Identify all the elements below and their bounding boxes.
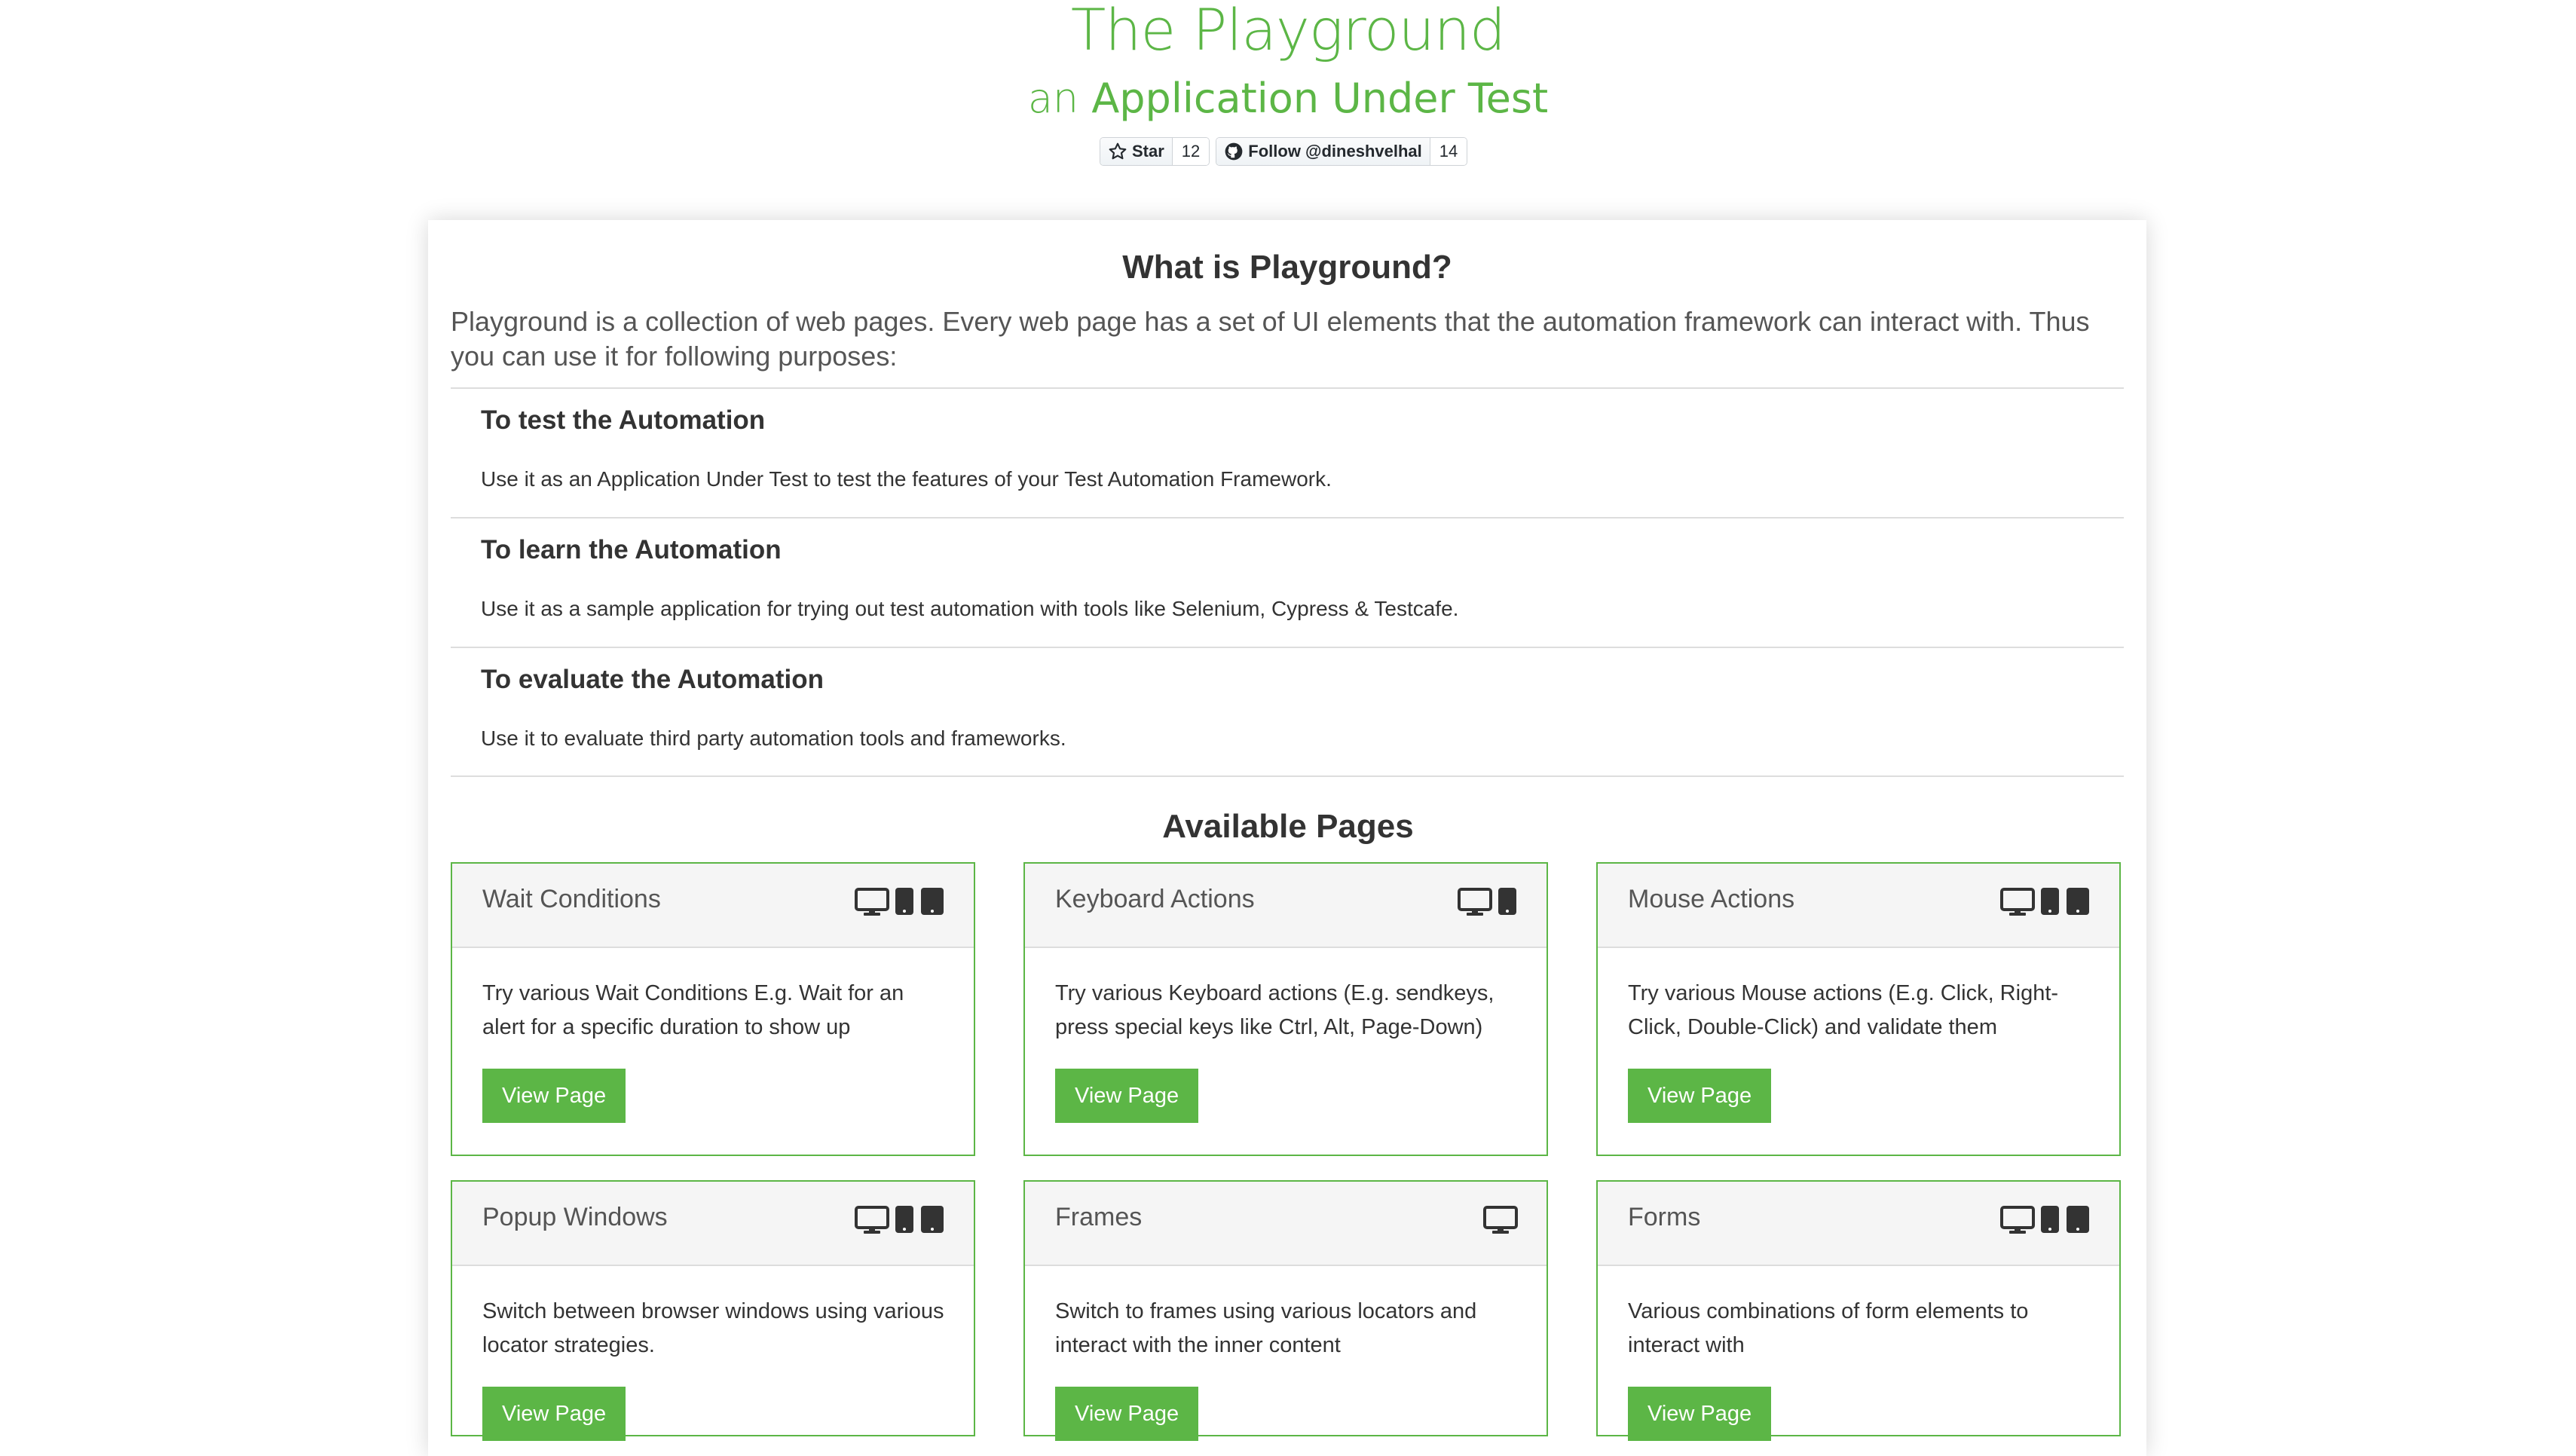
- view-page-button[interactable]: View Page: [482, 1387, 626, 1441]
- view-page-button[interactable]: View Page: [1628, 1387, 1772, 1441]
- view-page-button[interactable]: View Page: [1055, 1069, 1199, 1123]
- device-icons: [855, 886, 945, 916]
- github-follow-label-wrap[interactable]: Follow @dineshvelhal: [1216, 138, 1430, 165]
- page-title: The Playground: [1070, 0, 1506, 63]
- page-card-description: Try various Mouse actions (E.g. Click, R…: [1628, 981, 2059, 1039]
- about-heading: What is Playground?: [1122, 249, 1452, 286]
- page-card-wait-conditions: Wait Conditions Try various Wait Conditi…: [451, 862, 975, 1156]
- subtitle-main: Application Under Test: [1091, 75, 1549, 122]
- tablet-icon: [895, 1206, 913, 1233]
- github-icon: [1225, 142, 1243, 161]
- device-icons: [2000, 1204, 2091, 1234]
- page-card-description: Switch between browser windows using var…: [482, 1299, 944, 1357]
- subtitle-prefix: an: [1027, 75, 1079, 122]
- star-icon: [1109, 142, 1127, 160]
- pages-heading: Available Pages: [1162, 808, 1414, 845]
- page-card-header: Popup Windows: [452, 1182, 974, 1266]
- view-page-button[interactable]: View Page: [1628, 1069, 1772, 1123]
- purpose-title: To learn the Automation: [481, 535, 782, 564]
- page-card-title: Frames: [1055, 1203, 1143, 1231]
- github-star-count[interactable]: 12: [1172, 138, 1210, 165]
- github-star-label-wrap[interactable]: Star: [1100, 138, 1173, 165]
- page-card-forms: Forms Various combinations of form eleme…: [1596, 1180, 2121, 1441]
- page-card-description: Switch to frames using various locators …: [1055, 1299, 1477, 1357]
- purpose-title: To test the Automation: [481, 405, 766, 435]
- github-follow-label: Follow @dineshvelhal: [1248, 142, 1422, 161]
- page-card-frames: Frames Switch to frames using various lo…: [1023, 1180, 1548, 1441]
- desktop-icon: [2000, 888, 2035, 916]
- mobile-icon: [2067, 1206, 2089, 1233]
- purpose-item: To evaluate the Automation Use it to eva…: [451, 647, 2124, 776]
- page-subtitle: an Application Under Test: [0, 72, 2576, 125]
- device-icons: [1458, 886, 1518, 916]
- page-card-description: Various combinations of form elements to…: [1628, 1299, 2029, 1357]
- divider: [451, 775, 2124, 777]
- page-card-header: Mouse Actions: [1598, 864, 2119, 948]
- desktop-icon: [1483, 1206, 1518, 1234]
- purpose-description: Use it to evaluate third party automatio…: [481, 726, 1066, 750]
- device-icons: [1483, 1204, 1518, 1234]
- view-page-button[interactable]: View Page: [482, 1069, 626, 1123]
- page-card-description: Try various Keyboard actions (E.g. sendk…: [1055, 981, 1495, 1039]
- page-card-header: Forms: [1598, 1182, 2119, 1266]
- desktop-icon: [855, 888, 889, 916]
- device-icons: [855, 1204, 945, 1234]
- purpose-description: Use it as a sample application for tryin…: [481, 597, 1459, 620]
- desktop-icon: [1458, 888, 1492, 916]
- about-intro: Playground is a collection of web pages.…: [451, 306, 2090, 372]
- github-star-label: Star: [1132, 142, 1164, 161]
- desktop-icon: [855, 1206, 889, 1234]
- purpose-title: To evaluate the Automation: [481, 665, 825, 694]
- mobile-icon: [2067, 888, 2089, 915]
- github-follow-count[interactable]: 14: [1430, 138, 1467, 165]
- purpose-item: To learn the Automation Use it as a samp…: [451, 517, 2124, 647]
- page-card-title: Mouse Actions: [1628, 885, 1795, 913]
- github-star-button[interactable]: Star 12: [1100, 137, 1210, 166]
- tablet-icon: [2041, 1206, 2059, 1233]
- page-card-header: Wait Conditions: [452, 864, 974, 948]
- page-card-mouse-actions: Mouse Actions Try various Mouse actions …: [1596, 862, 2121, 1156]
- page-card-title: Wait Conditions: [482, 885, 661, 913]
- tablet-icon: [895, 888, 913, 915]
- page-card-header: Frames: [1025, 1182, 1547, 1266]
- page-card-title: Forms: [1628, 1203, 1701, 1231]
- github-buttons: Star 12 Follow @dineshvelhal 14: [1100, 137, 1468, 166]
- purpose-item: To test the Automation Use it as an Appl…: [451, 387, 2124, 517]
- purpose-description: Use it as an Application Under Test to t…: [481, 467, 1332, 491]
- tablet-icon: [2041, 888, 2059, 915]
- page-card-title: Keyboard Actions: [1055, 885, 1255, 913]
- github-follow-button[interactable]: Follow @dineshvelhal 14: [1216, 137, 1468, 166]
- page-card-title: Popup Windows: [482, 1203, 668, 1231]
- page-card-keyboard-actions: Keyboard Actions Try various Keyboard ac…: [1023, 862, 1548, 1156]
- view-page-button[interactable]: View Page: [1055, 1387, 1199, 1441]
- mobile-icon: [921, 888, 944, 915]
- device-icons: [2000, 886, 2091, 916]
- mobile-icon: [921, 1206, 944, 1233]
- page-card-description: Try various Wait Conditions E.g. Wait fo…: [482, 981, 904, 1039]
- tablet-icon: [1498, 888, 1516, 915]
- page-card-popup-windows: Popup Windows Switch between browser win…: [451, 1180, 975, 1441]
- desktop-icon: [2000, 1206, 2035, 1234]
- page-card-header: Keyboard Actions: [1025, 864, 1547, 948]
